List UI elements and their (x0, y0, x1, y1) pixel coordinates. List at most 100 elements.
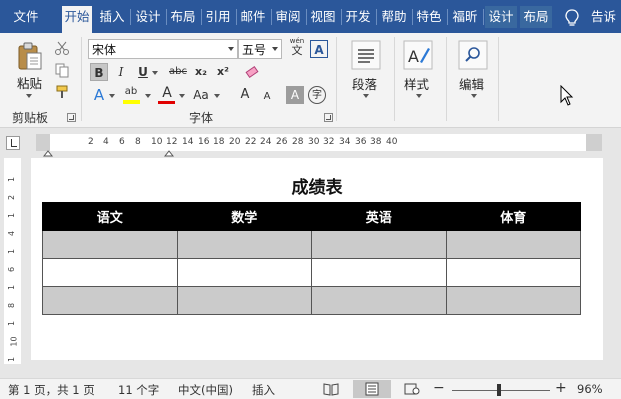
vertical-ruler[interactable] (4, 158, 21, 364)
table-cell[interactable] (311, 230, 447, 259)
table-row (42, 286, 581, 315)
editing-button[interactable]: 编辑 (459, 74, 484, 93)
phonetic-guide-button[interactable]: wén 文 (288, 37, 306, 59)
text-effects-button[interactable]: A (90, 86, 108, 104)
web-layout-icon[interactable] (404, 382, 420, 396)
cut-icon[interactable] (54, 40, 70, 56)
document-title[interactable]: 成绩表 (31, 173, 603, 198)
change-case-caret[interactable] (214, 94, 220, 98)
tab-design[interactable]: 设计 (133, 6, 163, 28)
highlight-button[interactable]: ab (122, 83, 140, 101)
table-cell[interactable] (42, 286, 178, 315)
table-cell[interactable] (445, 286, 581, 315)
score-table[interactable]: 语文 数学 英语 体育 (42, 202, 581, 315)
table-cell[interactable] (445, 258, 581, 287)
lightbulb-icon[interactable] (563, 8, 581, 28)
font-name-combo[interactable]: 宋体 (88, 39, 238, 59)
print-layout-icon[interactable] (364, 382, 380, 396)
tab-foxit[interactable]: 福昕 (450, 6, 480, 28)
tab-insert[interactable]: 插入 (97, 6, 127, 28)
subscript-button[interactable]: x₂ (192, 63, 210, 81)
table-header-cell[interactable]: 英语 (311, 202, 447, 231)
table-cell[interactable] (311, 286, 447, 315)
text-effects-caret[interactable] (109, 94, 115, 98)
change-case-button[interactable]: Aa (190, 86, 212, 104)
paragraph-caret[interactable] (363, 94, 369, 98)
document-page[interactable]: 成绩表 语文 数学 英语 体育 (31, 158, 603, 360)
font-launcher-icon[interactable] (324, 113, 333, 122)
table-row (42, 230, 581, 259)
zoom-slider-thumb[interactable] (497, 384, 501, 396)
character-shading-button[interactable]: A (286, 86, 304, 104)
underline-dropdown-caret[interactable] (152, 71, 158, 75)
tab-mailings[interactable]: 邮件 (238, 6, 268, 28)
zoom-in-button[interactable]: + (555, 380, 567, 396)
font-size-combo[interactable]: 五号 (238, 39, 282, 59)
zoom-level[interactable]: 96% (577, 382, 603, 396)
word-count[interactable]: 11 个字 (118, 382, 159, 398)
character-border-button[interactable]: A (310, 40, 328, 58)
underline-button[interactable]: U (134, 63, 152, 81)
paste-button[interactable]: 粘贴 (17, 73, 42, 92)
menu-separator (236, 9, 237, 25)
styles-button[interactable]: 样式 (404, 74, 429, 93)
strikethrough-button[interactable]: abc (166, 63, 190, 81)
indent-marker-icon[interactable] (43, 145, 53, 157)
table-cell[interactable] (445, 230, 581, 259)
tell-me-label[interactable]: 告诉 (591, 6, 616, 28)
table-cell[interactable] (42, 258, 178, 287)
tab-table-design[interactable]: 设计 (485, 6, 517, 28)
clipboard-launcher-icon[interactable] (67, 113, 76, 122)
grow-font-button[interactable]: A (236, 86, 254, 104)
table-header-cell[interactable]: 体育 (445, 202, 581, 231)
editing-caret[interactable] (471, 94, 477, 98)
menu-file[interactable]: 文件 (4, 6, 48, 28)
tab-featured[interactable]: 特色 (414, 6, 444, 28)
font-color-caret[interactable] (179, 94, 185, 98)
chevron-down-icon[interactable] (228, 47, 234, 51)
ruler-tick-label: 6 (119, 137, 125, 147)
tab-developer[interactable]: 开发 (343, 6, 373, 28)
enclose-characters-button[interactable]: 字 (308, 86, 326, 104)
insert-mode[interactable]: 插入 (252, 382, 275, 398)
table-cell[interactable] (42, 230, 178, 259)
table-header-cell[interactable]: 数学 (176, 202, 312, 231)
page-count[interactable]: 第 1 页，共 1 页 (8, 382, 95, 398)
tab-review[interactable]: 审阅 (273, 6, 303, 28)
table-header-cell[interactable]: 语文 (42, 202, 178, 231)
styles-caret[interactable] (416, 94, 422, 98)
table-cell[interactable] (311, 258, 447, 287)
shrink-font-button[interactable]: A (258, 88, 276, 106)
ruler-tick-label: 8 (135, 137, 141, 147)
tab-home[interactable]: 开始 (62, 6, 92, 33)
tab-references[interactable]: 引用 (203, 6, 233, 28)
read-mode-icon[interactable] (323, 382, 339, 396)
tab-help[interactable]: 帮助 (379, 6, 409, 28)
paste-dropdown-caret[interactable] (26, 94, 32, 98)
clear-formatting-icon[interactable] (244, 64, 260, 80)
tab-selector-button[interactable] (6, 136, 20, 150)
highlight-caret[interactable] (145, 94, 151, 98)
tab-view[interactable]: 视图 (308, 6, 338, 28)
italic-button[interactable]: I (112, 63, 130, 81)
language-indicator[interactable]: 中文(中国) (178, 382, 233, 398)
paste-icon[interactable] (16, 41, 44, 71)
paragraph-button[interactable]: 段落 (352, 74, 377, 93)
column-marker-icon[interactable] (164, 145, 174, 157)
superscript-button[interactable]: x² (214, 63, 232, 81)
bold-button[interactable]: B (90, 63, 108, 81)
zoom-slider-track[interactable] (452, 390, 550, 391)
copy-icon[interactable] (54, 62, 70, 78)
paragraph-icon[interactable] (351, 40, 381, 70)
font-color-button[interactable]: A (158, 84, 176, 102)
format-painter-icon[interactable] (54, 84, 70, 100)
zoom-out-button[interactable]: − (433, 380, 445, 396)
styles-icon[interactable]: A (403, 40, 433, 70)
chevron-down-icon[interactable] (272, 47, 278, 51)
table-cell[interactable] (176, 286, 312, 315)
table-cell[interactable] (176, 230, 312, 259)
magnifier-icon[interactable] (458, 40, 488, 70)
tab-layout[interactable]: 布局 (168, 6, 198, 28)
table-cell[interactable] (176, 258, 312, 287)
tab-table-layout[interactable]: 布局 (520, 6, 552, 28)
